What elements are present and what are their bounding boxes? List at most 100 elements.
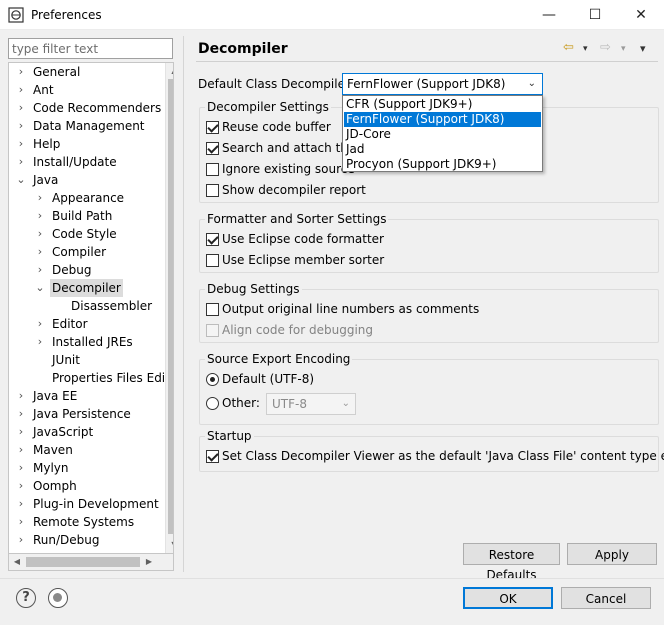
close-button[interactable]: ✕	[618, 0, 664, 30]
tree-item-label: Code Recommenders	[33, 101, 162, 115]
collapsed-chevron-icon[interactable]: ›	[15, 135, 27, 153]
tree-item[interactable]: › Plug-in Development	[9, 495, 159, 513]
tree-item[interactable]: › Help	[9, 135, 159, 153]
scroll-thumb[interactable]	[168, 79, 173, 534]
collapsed-chevron-icon[interactable]: ›	[34, 333, 46, 351]
other-encoding-radio[interactable]	[206, 397, 219, 410]
default-decompiler-select[interactable]: FernFlower (Support JDK8) ⌄	[342, 73, 543, 95]
tree-item[interactable]: › Editor	[9, 315, 159, 333]
formatter-title: Formatter and Sorter Settings	[205, 212, 389, 226]
tree-item-label: Appearance	[52, 191, 125, 205]
collapsed-chevron-icon[interactable]: ›	[15, 63, 27, 81]
preference-tree[interactable]: › General › Ant › Code Recommenders › Data Mana…	[8, 62, 174, 554]
set-default-viewer-checkbox[interactable]	[206, 450, 219, 463]
line-numbers-checkbox[interactable]	[206, 303, 219, 316]
collapsed-chevron-icon[interactable]: ›	[15, 99, 27, 117]
tree-item[interactable]: › Maven	[9, 441, 159, 459]
decompiler-dropdown-list[interactable]: CFR (Support JDK9+) FernFlower (Support J…	[342, 95, 543, 172]
dropdown-option[interactable]: Jad	[344, 142, 541, 157]
restore-defaults-button[interactable]: Restore Defaults	[463, 543, 560, 582]
help-icon[interactable]: ?	[16, 588, 36, 608]
tree-item[interactable]: › Java EE	[9, 387, 159, 405]
tree-item[interactable]: › Java Persistence	[9, 405, 159, 423]
tree-item[interactable]: › Remote Systems	[9, 513, 159, 531]
maximize-button[interactable]: ☐	[572, 0, 618, 30]
collapsed-chevron-icon[interactable]: ›	[15, 81, 27, 99]
back-arrow-icon[interactable]: ⇦	[563, 40, 574, 55]
ok-button[interactable]: OK	[463, 587, 553, 609]
scroll-down-icon[interactable]: ▼	[166, 537, 173, 553]
forward-arrow-icon: ⇨	[600, 40, 611, 55]
collapsed-chevron-icon[interactable]: ›	[34, 243, 46, 261]
tree-vertical-scrollbar[interactable]: ▲ ▼	[165, 63, 173, 553]
expanded-chevron-icon[interactable]: ⌄	[34, 279, 46, 297]
back-history-chevron-icon[interactable]: ▾	[583, 44, 588, 54]
scroll-right-icon[interactable]: ▶	[141, 554, 157, 570]
tree-item[interactable]: › Installed JREs	[9, 333, 159, 351]
tips-icon[interactable]	[48, 588, 68, 608]
collapsed-chevron-icon[interactable]: ›	[15, 495, 27, 513]
collapsed-chevron-icon[interactable]: ›	[15, 441, 27, 459]
apply-button[interactable]: Apply	[567, 543, 657, 565]
tree-item[interactable]: › Data Management	[9, 117, 159, 135]
tree-item[interactable]: › JavaScript	[9, 423, 159, 441]
tree-item[interactable]: › Install/Update	[9, 153, 159, 171]
tree-item[interactable]: › Compiler	[9, 243, 159, 261]
collapsed-chevron-icon[interactable]: ›	[15, 531, 27, 549]
scroll-left-icon[interactable]: ◀	[9, 554, 25, 570]
tree-item[interactable]: › Build Path	[9, 207, 159, 225]
tree-item[interactable]: › Appearance	[9, 189, 159, 207]
dropdown-option[interactable]: Procyon (Support JDK9+)	[344, 157, 541, 172]
minimize-button[interactable]: —	[526, 0, 572, 30]
tree-item[interactable]: › Code Recommenders	[9, 99, 162, 117]
collapsed-chevron-icon[interactable]: ›	[15, 153, 27, 171]
use-formatter-checkbox[interactable]	[206, 233, 219, 246]
tree-item[interactable]: › Code Style	[9, 225, 159, 243]
search-attach-label: Search and attach the	[222, 141, 356, 155]
tree-item[interactable]: Properties Files Edito	[9, 369, 173, 387]
tree-item[interactable]: › Ant	[9, 81, 159, 99]
tree-item[interactable]: Disassembler	[9, 297, 159, 315]
chevron-down-icon: ⌄	[527, 78, 536, 89]
collapsed-chevron-icon[interactable]: ›	[15, 513, 27, 531]
cancel-button[interactable]: Cancel	[561, 587, 651, 609]
filter-input[interactable]	[8, 38, 173, 59]
view-menu-icon[interactable]: ▾	[640, 42, 646, 55]
collapsed-chevron-icon[interactable]: ›	[34, 189, 46, 207]
split-sash[interactable]	[183, 36, 184, 572]
collapsed-chevron-icon[interactable]: ›	[34, 207, 46, 225]
hscroll-thumb[interactable]	[26, 557, 140, 567]
dropdown-option[interactable]: FernFlower (Support JDK8)	[344, 112, 541, 127]
collapsed-chevron-icon[interactable]: ›	[15, 477, 27, 495]
default-encoding-radio[interactable]	[206, 373, 219, 386]
ignore-existing-checkbox[interactable]	[206, 163, 219, 176]
dropdown-option[interactable]: CFR (Support JDK9+)	[344, 97, 541, 112]
tree-item[interactable]: › Mylyn	[9, 459, 159, 477]
collapsed-chevron-icon[interactable]: ›	[15, 387, 27, 405]
tree-item[interactable]: ⌄ Decompiler	[9, 279, 159, 297]
collapsed-chevron-icon[interactable]: ›	[15, 117, 27, 135]
collapsed-chevron-icon[interactable]: ›	[15, 459, 27, 477]
tree-item[interactable]: JUnit	[9, 351, 159, 369]
use-sorter-checkbox[interactable]	[206, 254, 219, 267]
dropdown-option[interactable]: JD-Core	[344, 127, 541, 142]
show-report-checkbox[interactable]	[206, 184, 219, 197]
expanded-chevron-icon[interactable]: ⌄	[15, 171, 27, 189]
tree-item-label: Data Management	[33, 119, 145, 133]
collapsed-chevron-icon[interactable]: ›	[15, 405, 27, 423]
tree-item[interactable]: ⌄ Java	[9, 171, 159, 189]
reuse-buffer-checkbox[interactable]	[206, 121, 219, 134]
search-attach-checkbox[interactable]	[206, 142, 219, 155]
collapsed-chevron-icon[interactable]: ›	[15, 423, 27, 441]
tree-item[interactable]: › Oomph	[9, 477, 159, 495]
tree-item[interactable]: › General	[9, 63, 159, 81]
page-title: Decompiler	[198, 41, 288, 57]
collapsed-chevron-icon[interactable]: ›	[34, 225, 46, 243]
line-numbers-label: Output original line numbers as comments	[222, 302, 480, 316]
tree-item[interactable]: › Debug	[9, 261, 159, 279]
collapsed-chevron-icon[interactable]: ›	[34, 315, 46, 333]
collapsed-chevron-icon[interactable]: ›	[34, 261, 46, 279]
tree-item[interactable]: › Run/Debug	[9, 531, 159, 549]
scroll-up-icon[interactable]: ▲	[166, 63, 173, 79]
tree-horizontal-scrollbar[interactable]: ◀ ▶	[8, 554, 174, 571]
